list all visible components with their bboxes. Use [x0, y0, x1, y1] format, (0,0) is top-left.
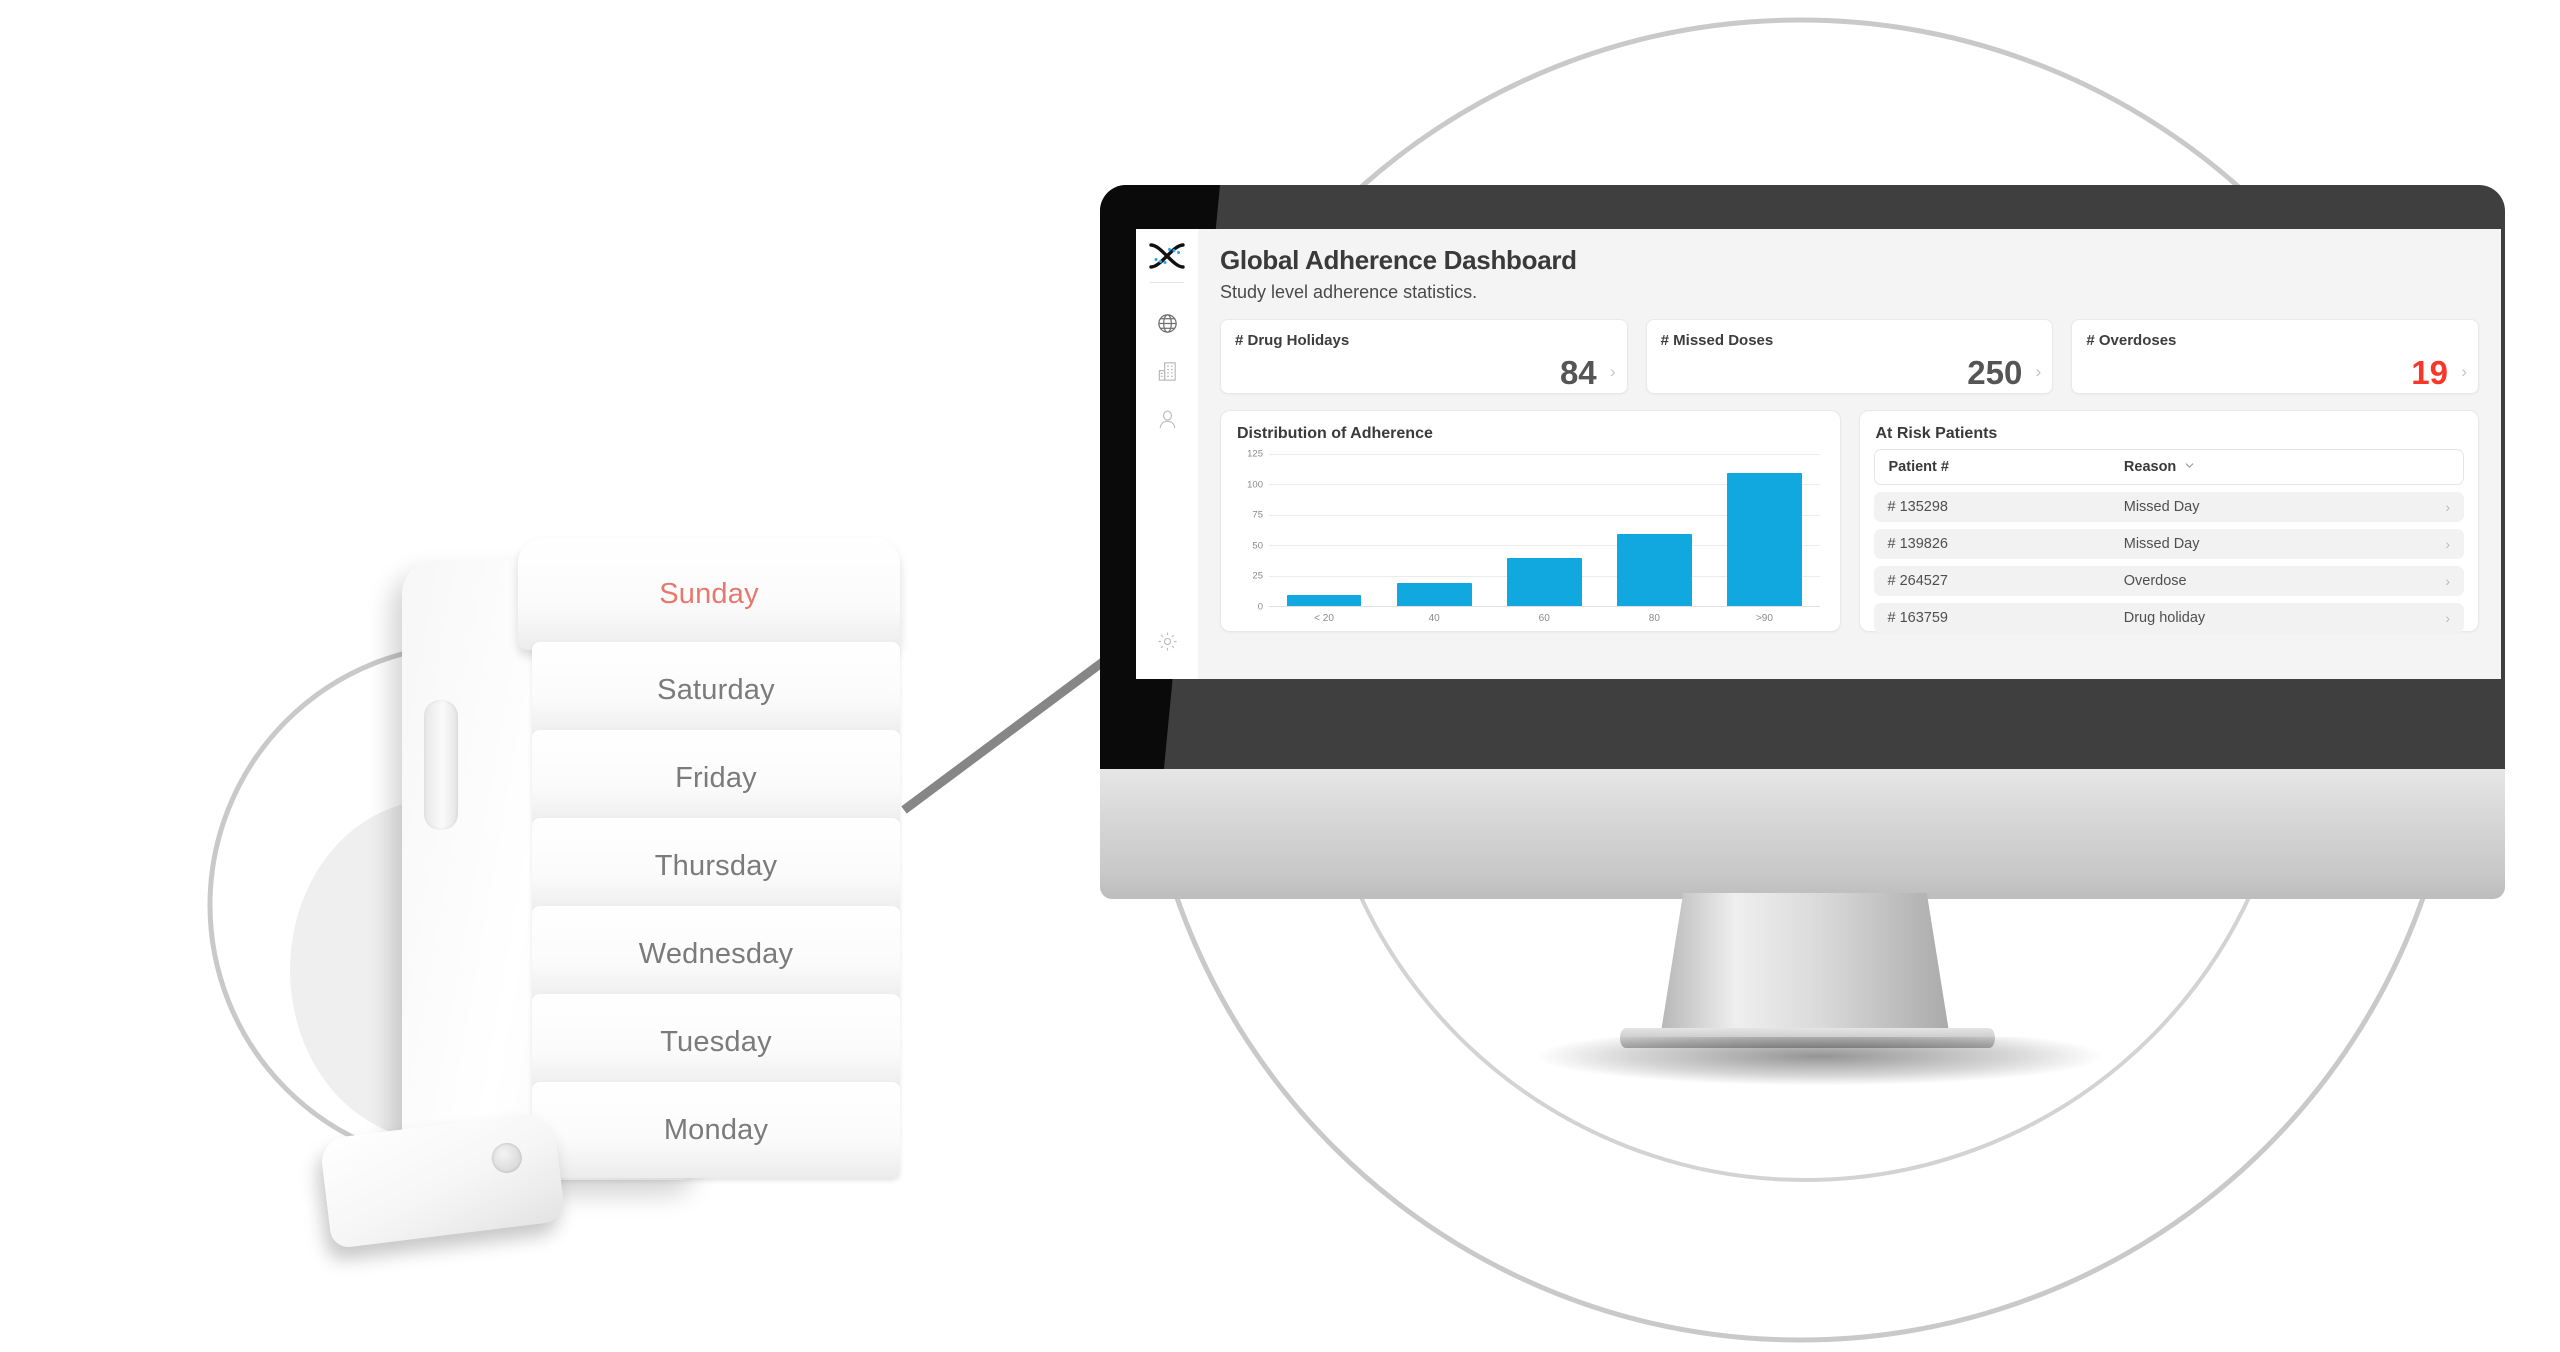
dna-helix-logo-icon[interactable] — [1145, 239, 1189, 273]
chart-bars: < 20 40 60 80 >90 — [1269, 455, 1820, 624]
chart-x-tick: < 20 — [1314, 613, 1334, 624]
panel-title: Distribution of Adherence — [1237, 425, 1433, 442]
pill-dispenser-device: Sunday Saturday Friday Thursday Wednesday Tue… — [250, 530, 1010, 1310]
table-row[interactable]: # 264527 Overdose › — [1873, 566, 2464, 596]
chart-bar[interactable] — [1506, 558, 1582, 607]
dispenser-tray[interactable]: Tuesday — [532, 994, 900, 1090]
cell-reason: Drug holiday — [2123, 610, 2206, 626]
sidebar-item-patients[interactable] — [1145, 395, 1189, 443]
dispenser-tray[interactable]: Thursday — [532, 818, 900, 914]
cell-patient-number: # 139826 — [1887, 536, 1948, 552]
patients-table-body: # 135298 Missed Day › # 139826 Missed Day › # … — [1873, 492, 2464, 633]
stat-value: 250 — [1967, 354, 2023, 391]
monitor-chin — [1100, 769, 2505, 899]
cell-reason: Overdose — [2123, 573, 2187, 589]
table-row[interactable]: # 163759 Drug holiday › — [1873, 603, 2464, 633]
sidebar-item-sites[interactable] — [1145, 347, 1189, 395]
monitor-stand-neck — [1660, 893, 1950, 1038]
chart-y-tick: 25 — [1252, 570, 1263, 582]
chevron-right-icon: › — [2445, 536, 2450, 552]
chart-x-tick: 80 — [1648, 613, 1660, 624]
sidebar-item-settings[interactable] — [1145, 617, 1189, 665]
dashboard-app: Global Adherence Dashboard Study level a… — [1136, 229, 2501, 679]
cell-patient-number: # 135298 — [1887, 499, 1948, 515]
table-row[interactable]: # 139826 Missed Day › — [1873, 529, 2464, 559]
column-header-reason-label: Reason — [2123, 459, 2177, 475]
sidebar-divider — [1150, 282, 1184, 283]
scene: Sunday Saturday Friday Thursday Wednesday Tue… — [0, 0, 2560, 1352]
dispenser-tray[interactable]: Monday — [532, 1082, 900, 1178]
at-risk-patients-panel: At Risk Patients Patient # Reason # 1352… — [1858, 410, 2479, 633]
cap-sensor-icon — [490, 1141, 524, 1175]
cell-patient-number: # 163759 — [1887, 610, 1948, 626]
chart-bar[interactable] — [1396, 582, 1472, 607]
stat-card-missed-doses[interactable]: # Missed Doses 250 › — [1645, 319, 2054, 394]
chart-x-tick: 60 — [1538, 613, 1550, 624]
desktop-monitor: Global Adherence Dashboard Study level a… — [1100, 185, 2505, 1350]
stat-card-overdoses[interactable]: # Overdoses 19 › — [2071, 319, 2480, 394]
page-title: Global Adherence Dashboard — [1220, 245, 1577, 275]
smart-cap-device — [319, 1111, 566, 1249]
panel-title: At Risk Patients — [1875, 425, 1998, 442]
chart-y-tick: 100 — [1247, 479, 1263, 491]
column-header-patient[interactable]: Patient # — [1889, 459, 2124, 475]
stat-label: # Missed Doses — [1660, 332, 1774, 349]
chevron-right-icon: › — [2035, 362, 2042, 381]
tray-stack: Sunday Saturday Friday Thursday Wednesday Tue… — [518, 538, 900, 1218]
chart-y-tick: 0 — [1257, 601, 1263, 613]
chevron-right-icon: › — [2445, 573, 2450, 589]
stat-value: 19 — [2411, 354, 2449, 391]
chevron-right-icon: › — [1610, 362, 1616, 381]
device-side-button[interactable] — [424, 700, 458, 830]
chart-bar[interactable] — [1726, 473, 1802, 607]
stat-card-drug-holidays[interactable]: # Drug Holidays 84 › — [1220, 319, 1628, 394]
chart-bar-column[interactable]: 80 — [1599, 455, 1709, 624]
adherence-distribution-panel: Distribution of Adherence 0 25 50 75 100 125 … — [1220, 410, 1841, 632]
panels-row: Distribution of Adherence 0 25 50 75 100 125 … — [1220, 410, 2479, 633]
table-row[interactable]: # 135298 Missed Day › — [1873, 492, 2464, 522]
chart-y-tick: 75 — [1252, 509, 1263, 521]
chevron-down-icon[interactable] — [2183, 459, 2196, 476]
dispenser-tray[interactable]: Wednesday — [532, 906, 900, 1002]
page-subtitle: Study level adherence statistics. — [1220, 282, 1478, 302]
main-content: Global Adherence Dashboard Study level a… — [1198, 229, 2501, 679]
sidebar-item-global[interactable] — [1145, 299, 1189, 347]
dispenser-tray[interactable]: Friday — [532, 730, 900, 826]
chart-bar-column[interactable]: 60 — [1489, 455, 1599, 624]
chart-y-tick: 50 — [1252, 540, 1263, 552]
chart-y-tick: 125 — [1247, 448, 1263, 460]
stat-label: # Overdoses — [2086, 332, 2177, 349]
dispenser-tray[interactable]: Saturday — [532, 642, 900, 738]
table-header: Patient # Reason — [1873, 449, 2464, 485]
dispenser-tray[interactable]: Sunday — [518, 538, 900, 650]
chart-x-axis — [1269, 606, 1820, 607]
cell-reason: Missed Day — [2123, 536, 2200, 552]
chart-bar-column[interactable]: >90 — [1709, 455, 1819, 624]
column-header-reason[interactable]: Reason — [2124, 459, 2449, 476]
cell-reason: Missed Day — [2123, 499, 2200, 515]
chart-x-tick: 40 — [1428, 613, 1440, 624]
chevron-right-icon: › — [2445, 610, 2450, 626]
chart-x-tick: >90 — [1755, 613, 1773, 624]
chevron-right-icon: › — [2445, 499, 2450, 515]
stat-value: 84 — [1559, 354, 1597, 391]
cell-patient-number: # 264527 — [1887, 573, 1948, 589]
stat-label: # Drug Holidays — [1235, 332, 1350, 349]
adherence-bar-chart: 0 25 50 75 100 125 < 20 40 60 80 >90 — [1235, 449, 1826, 631]
chart-plot-area: 0 25 50 75 100 125 < 20 40 60 80 >90 — [1247, 449, 1820, 624]
stat-cards-row: # Drug Holidays 84 › # Missed Doses 250 … — [1220, 319, 2480, 394]
app-sidebar — [1136, 229, 1198, 679]
chart-bar-column[interactable]: < 20 — [1269, 455, 1379, 624]
monitor-floor-shadow — [1540, 1037, 2100, 1085]
monitor-screen: Global Adherence Dashboard Study level a… — [1136, 229, 2501, 679]
chevron-right-icon: › — [2461, 362, 2468, 381]
chart-bar-column[interactable]: 40 — [1379, 455, 1489, 624]
chart-bar[interactable] — [1616, 534, 1692, 607]
